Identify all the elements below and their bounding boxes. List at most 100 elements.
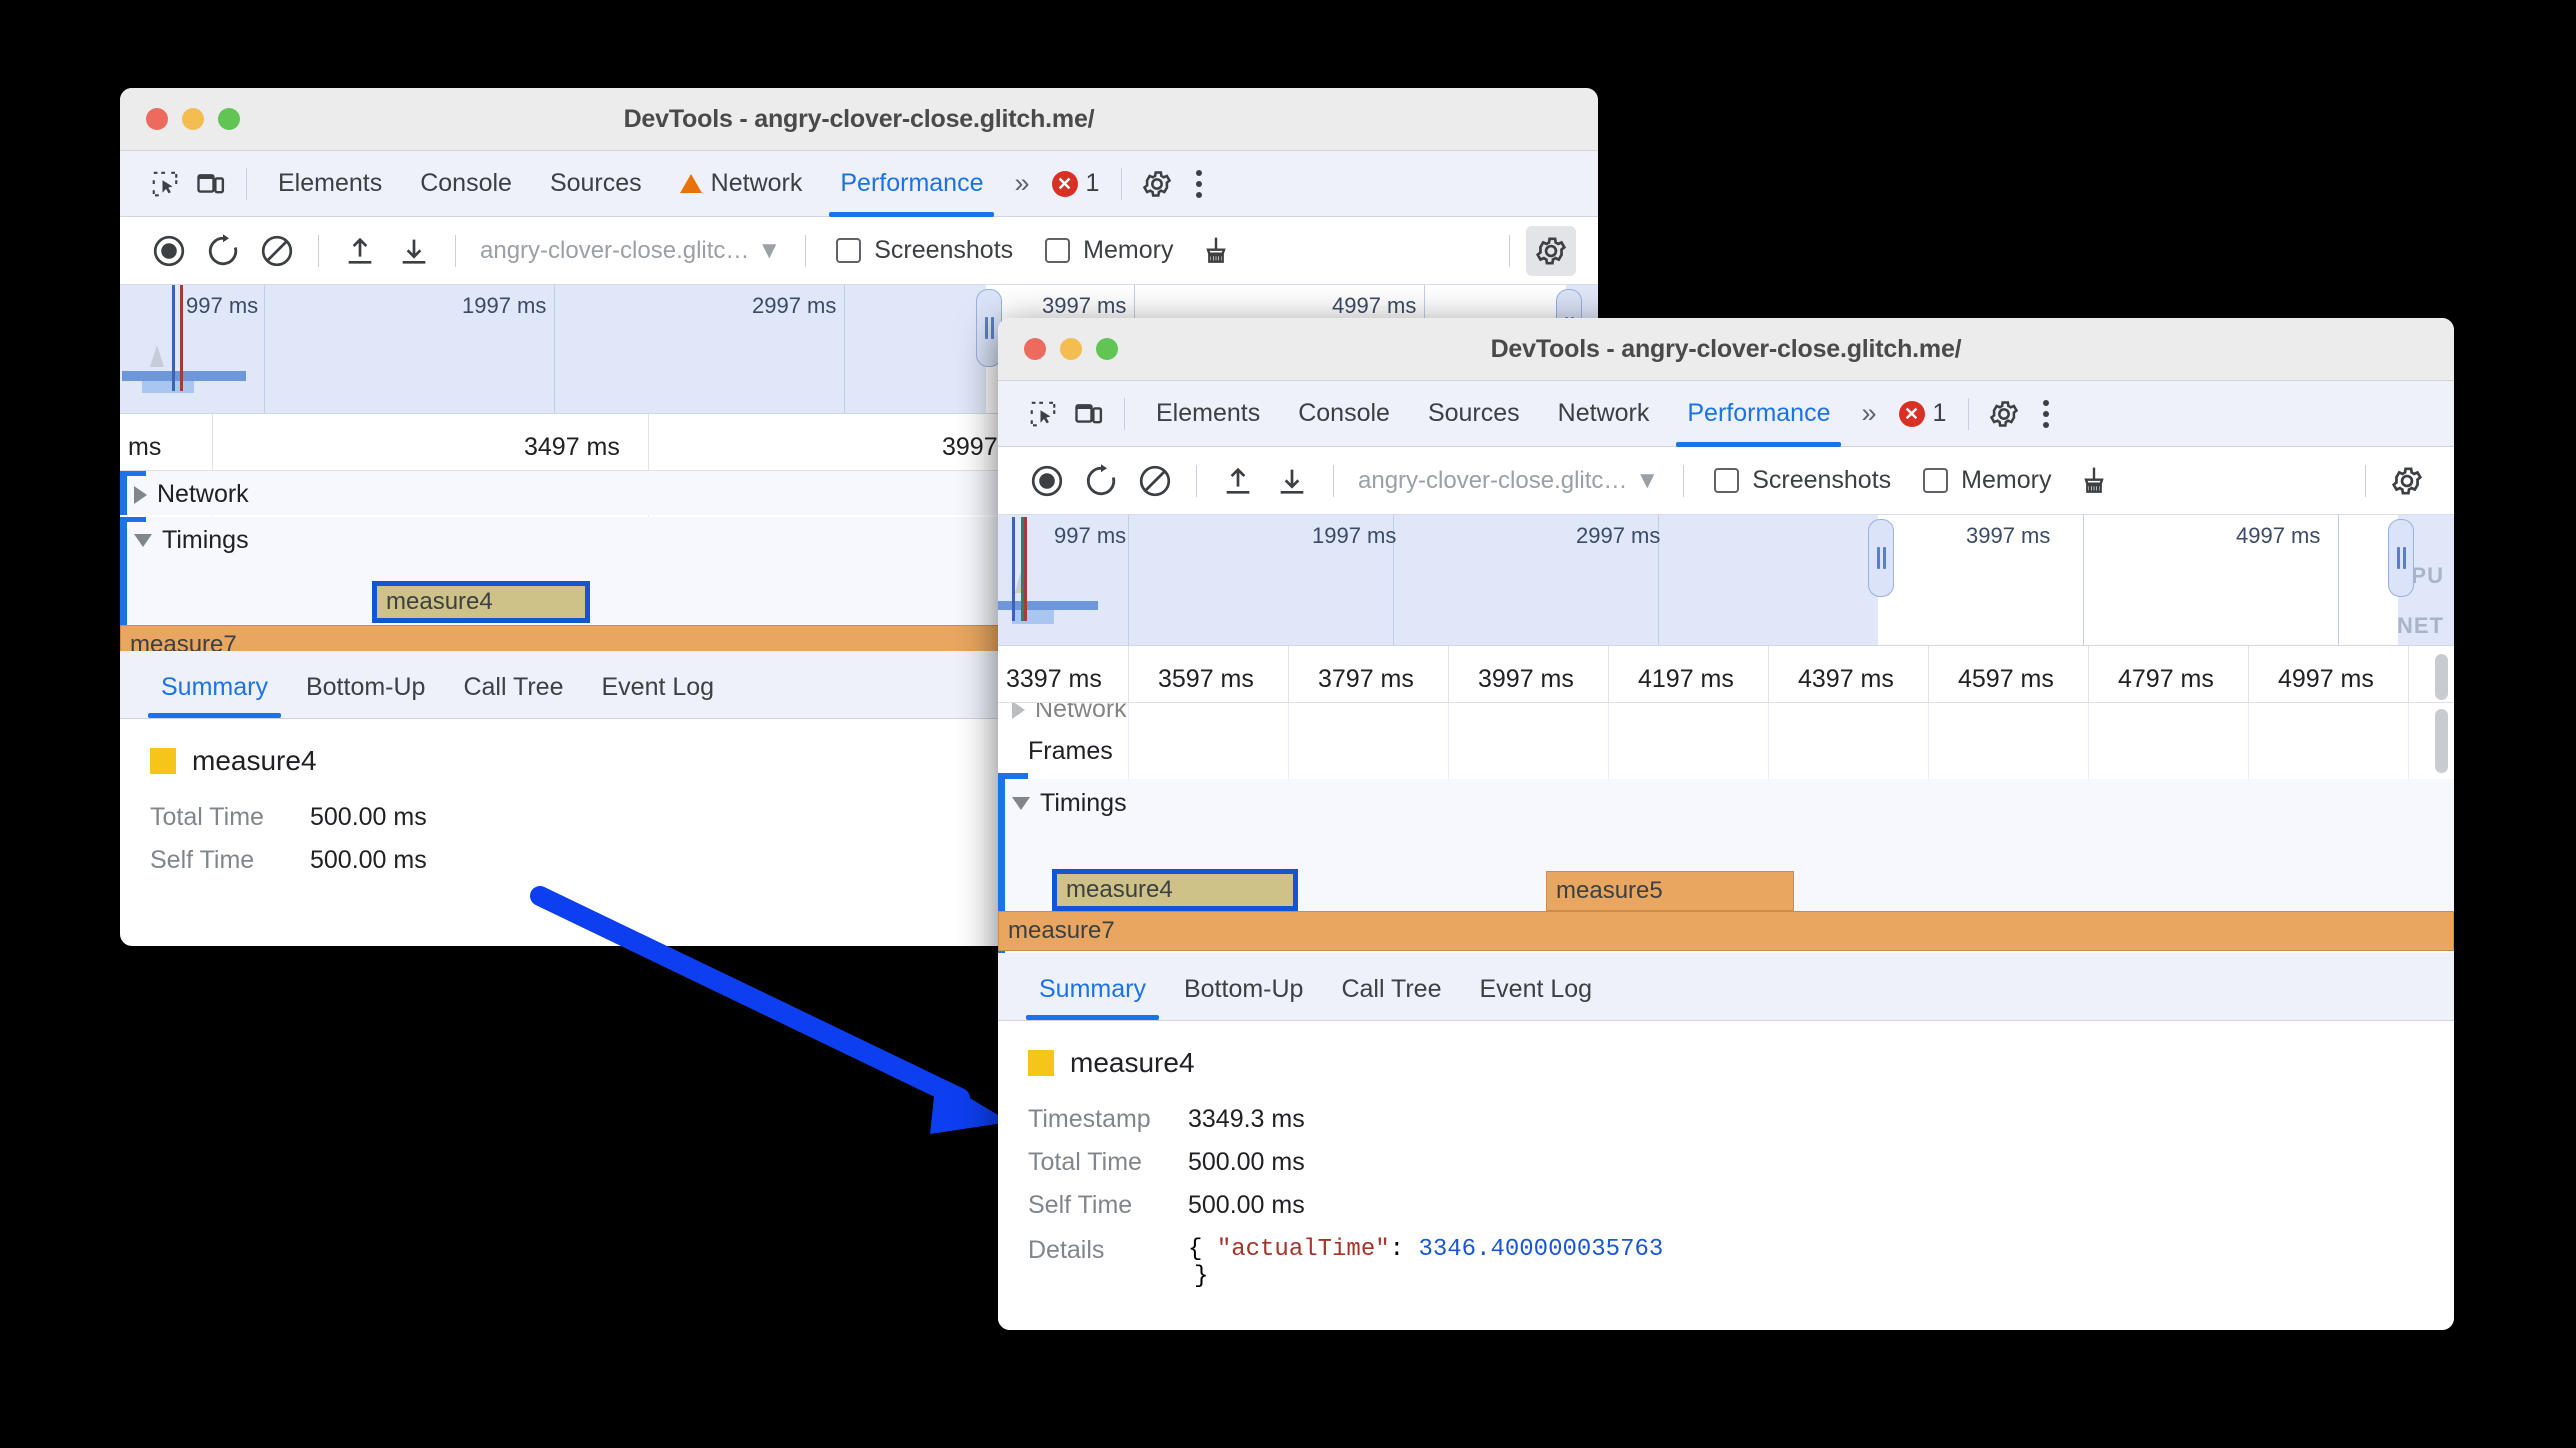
ruler-tick (2248, 646, 2249, 702)
profile-select[interactable]: angry-clover-close.glitc… ▼ (1350, 467, 1667, 495)
detail-tab-call-tree[interactable]: Call Tree (1322, 975, 1460, 1020)
clear-button[interactable] (252, 226, 302, 276)
overview-gridline (1128, 515, 1129, 645)
overview-right-handle[interactable] (2388, 519, 2414, 597)
window2-ruler[interactable]: 3397 ms 3597 ms 3797 ms 3997 ms 4197 ms … (998, 646, 2454, 703)
more-tabs-icon[interactable]: » (1849, 398, 1888, 429)
checkbox-box (1923, 468, 1949, 493)
ruler-label: 3797 ms (1318, 665, 1414, 693)
window1-tab-strip[interactable]: Elements Console Sources Network Perform… (120, 151, 1598, 217)
inspect-element-icon[interactable] (142, 161, 188, 207)
capture-settings-gear-icon[interactable] (1526, 225, 1576, 276)
tab-label: Sources (1427, 399, 1520, 427)
gear-icon[interactable] (1134, 161, 1180, 207)
tab-elements[interactable]: Elements (259, 151, 401, 217)
capture-settings-gear-icon[interactable] (2382, 456, 2432, 506)
tab-performance[interactable]: Performance (821, 151, 1002, 217)
upload-profile-icon[interactable] (335, 226, 385, 276)
clear-button[interactable] (1130, 456, 1180, 506)
flame-bar-measure7[interactable]: measure7 (998, 911, 2454, 951)
flame-bar-measure4[interactable]: measure4 (1052, 869, 1298, 911)
detail-tab-bottom-up[interactable]: Bottom-Up (1165, 975, 1322, 1020)
flame-scrollbar[interactable] (2435, 709, 2448, 773)
error-badge[interactable]: ✕ 1 (1889, 399, 1957, 428)
overview-gridline (2083, 515, 2084, 645)
ruler-label: 4197 ms (1638, 665, 1734, 693)
ruler-tick (1128, 646, 1129, 702)
detail-tab-summary[interactable]: Summary (1020, 975, 1165, 1020)
garbage-collect-icon[interactable] (2069, 456, 2119, 506)
garbage-collect-icon[interactable] (1191, 226, 1241, 276)
download-profile-icon[interactable] (1267, 456, 1317, 506)
window2-tab-strip[interactable]: Elements Console Sources Network Perform… (998, 381, 2454, 447)
detail-tab-label: Summary (161, 673, 268, 701)
ruler-label: 4797 ms (2118, 665, 2214, 693)
tab-network[interactable]: Network (1539, 381, 1669, 447)
ruler-label: 4597 ms (1958, 665, 2054, 693)
window2-detail-tabs[interactable]: Summary Bottom-Up Call Tree Event Log (998, 953, 2454, 1021)
track-frames[interactable]: Frames (1028, 737, 1113, 766)
tab-network[interactable]: Network (661, 151, 822, 217)
window2-performance-toolbar[interactable]: angry-clover-close.glitc… ▼ Screenshots … (998, 447, 2454, 515)
detail-tab-summary[interactable]: Summary (142, 673, 287, 718)
memory-checkbox[interactable]: Memory (1909, 466, 2065, 495)
inspect-element-icon[interactable] (1020, 391, 1066, 437)
summary-row-value: 3349.3 ms (1188, 1105, 1305, 1133)
reload-and-record-button[interactable] (1076, 456, 1126, 506)
summary-row-value: 500.00 ms (1188, 1191, 1305, 1219)
tab-sources[interactable]: Sources (531, 151, 661, 217)
perf-divider-1 (1196, 464, 1197, 497)
device-toolbar-icon[interactable] (1066, 391, 1112, 437)
more-options-icon[interactable] (1180, 169, 1218, 198)
track-timings[interactable]: Timings (134, 526, 249, 555)
ruler-label: 3597 ms (1158, 665, 1254, 693)
more-options-icon[interactable] (2027, 399, 2065, 428)
record-button[interactable] (1022, 456, 1072, 506)
window1-title: DevTools - angry-clover-close.glitch.me/ (623, 104, 1095, 133)
profile-select[interactable]: angry-clover-close.glitc… ▼ (472, 237, 789, 265)
detail-tab-call-tree[interactable]: Call Tree (444, 673, 582, 718)
tab-label: Console (1298, 399, 1390, 427)
memory-checkbox[interactable]: Memory (1031, 236, 1187, 265)
track-network[interactable]: Network (1012, 703, 1127, 724)
summary-row-key: Total Time (1028, 1148, 1142, 1176)
upload-profile-icon[interactable] (1213, 456, 1263, 506)
window2-overview[interactable]: 997 ms 1997 ms 2997 ms 3997 ms 4997 ms C… (998, 515, 2454, 646)
tab-console[interactable]: Console (1279, 381, 1409, 447)
tab-elements[interactable]: Elements (1137, 381, 1279, 447)
screenshots-checkbox[interactable]: Screenshots (822, 236, 1027, 265)
more-tabs-icon[interactable]: » (1002, 168, 1041, 199)
flame-bar-measure5[interactable]: measure5 (1546, 871, 1794, 911)
track-network[interactable]: Network (134, 480, 249, 509)
window1-titlebar: DevTools - angry-clover-close.glitch.me/ (120, 88, 1598, 151)
detail-tab-event-log[interactable]: Event Log (1461, 975, 1612, 1020)
error-badge[interactable]: ✕ 1 (1042, 169, 1110, 198)
gear-icon[interactable] (1981, 391, 2027, 437)
toolbar-divider (1124, 397, 1125, 430)
ruler-label: 4397 ms (1798, 665, 1894, 693)
summary-row-value: 500.00 ms (310, 846, 427, 874)
tab-console[interactable]: Console (401, 151, 531, 217)
tab-label: Performance (1687, 399, 1831, 427)
download-profile-icon[interactable] (389, 226, 439, 276)
ruler-tick (648, 414, 649, 470)
detail-tab-event-log[interactable]: Event Log (583, 673, 734, 718)
reload-and-record-button[interactable] (198, 226, 248, 276)
devtools-window-2[interactable]: DevTools - angry-clover-close.glitch.me/… (998, 318, 2454, 1330)
flame-bar-measure4[interactable]: measure4 (372, 581, 590, 623)
error-count: 1 (1932, 399, 1947, 427)
device-toolbar-icon[interactable] (188, 161, 234, 207)
track-timings[interactable]: Timings (1012, 789, 1127, 818)
overview-tick-label: 3997 ms (1042, 293, 1127, 318)
tab-label: Network (710, 169, 803, 197)
screenshots-checkbox[interactable]: Screenshots (1700, 466, 1905, 495)
record-button[interactable] (144, 226, 194, 276)
window1-performance-toolbar[interactable]: angry-clover-close.glitc… ▼ Screenshots … (120, 217, 1598, 285)
detail-tab-bottom-up[interactable]: Bottom-Up (287, 673, 444, 718)
window2-flame-chart[interactable]: Network Frames Timings measure4 measure5… (998, 703, 2454, 953)
tab-performance[interactable]: Performance (1668, 381, 1849, 447)
overview-left-handle[interactable] (1868, 519, 1894, 597)
tab-sources[interactable]: Sources (1409, 381, 1539, 447)
flame-vertical-scrollbar[interactable] (2435, 654, 2448, 700)
cpu-spike (150, 345, 164, 367)
